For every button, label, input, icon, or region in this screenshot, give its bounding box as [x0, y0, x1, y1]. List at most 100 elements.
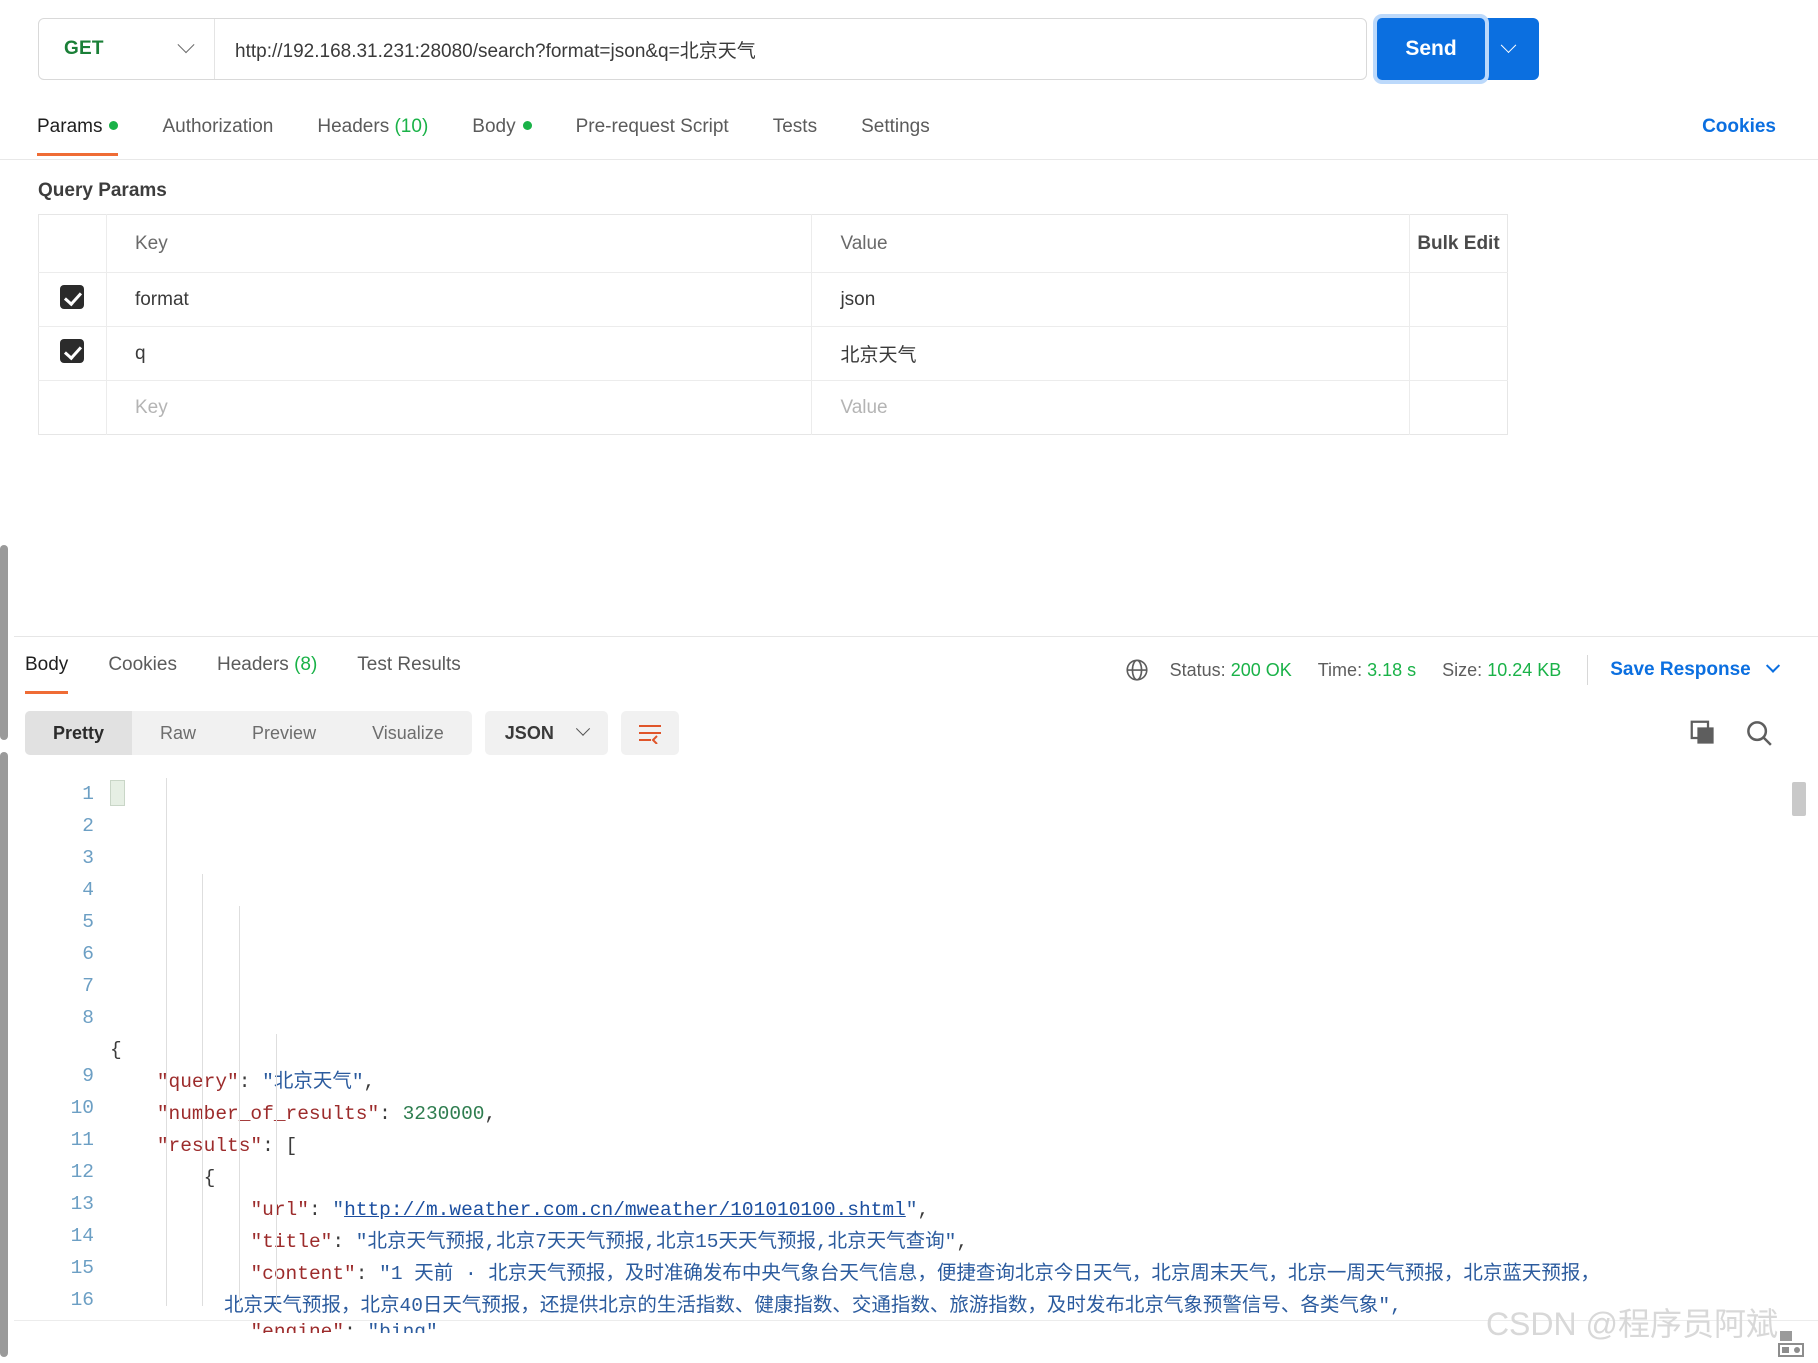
cookies-link[interactable]: Cookies	[1702, 116, 1776, 138]
table-header-row: Key Value Bulk Edit	[38, 214, 1508, 273]
copy-button[interactable]	[1688, 718, 1718, 748]
view-mode-pretty[interactable]: Pretty	[25, 711, 133, 755]
send-options-button[interactable]	[1477, 18, 1539, 80]
bulk-edit-button[interactable]: Bulk Edit	[1417, 233, 1499, 254]
code-token: "engine"	[250, 1321, 345, 1333]
line-number: 16	[70, 1289, 94, 1311]
response-tab-body[interactable]: Body	[25, 650, 88, 694]
send-group: Send	[1377, 18, 1539, 80]
tab-label: Pre-request Script	[575, 116, 729, 137]
request-tab-authorization[interactable]: Authorization	[140, 112, 295, 156]
code-token: ,	[363, 1071, 376, 1093]
row-actions	[1410, 381, 1508, 435]
request-tab-settings[interactable]: Settings	[839, 112, 952, 156]
code-token: "query"	[156, 1071, 239, 1093]
code-token: "content"	[250, 1263, 356, 1285]
code-scrollbar-thumb[interactable]	[1792, 782, 1806, 816]
code-line: "title": "北京天气预报,北京7天天气预报,北京15天天气预报,北京天气…	[110, 1226, 1804, 1258]
param-value-input[interactable]: json	[811, 272, 1411, 327]
param-key-input[interactable]: format	[106, 272, 813, 327]
view-mode-segmented-control: Pretty Raw Preview Visualize	[25, 711, 472, 755]
url-input[interactable]: http://192.168.31.231:28080/search?forma…	[215, 19, 1366, 79]
request-tab-pre-request-script[interactable]: Pre-request Script	[554, 112, 751, 156]
status-label: Status:	[1169, 659, 1226, 680]
code-token: "results"	[156, 1135, 263, 1157]
response-pane-scrollbar[interactable]	[0, 752, 8, 1357]
line-number: 8	[82, 1007, 94, 1029]
wrap-lines-icon	[638, 725, 661, 744]
request-tab-headers[interactable]: Headers (10)	[295, 112, 450, 156]
request-tab-params[interactable]: Params	[37, 112, 140, 156]
line-number: 6	[82, 943, 94, 965]
save-response-label: Save Response	[1610, 659, 1751, 680]
code-line: {	[110, 1034, 1804, 1066]
table-row: format json	[38, 272, 1508, 327]
response-tab-test-results[interactable]: Test Results	[337, 650, 480, 694]
response-tab-headers[interactable]: Headers (8)	[197, 650, 337, 694]
line-number: 14	[70, 1225, 94, 1247]
search-button[interactable]	[1744, 718, 1774, 748]
copy-icon	[1690, 720, 1714, 744]
code-token: "bing"	[367, 1321, 438, 1333]
line-number: 1	[82, 783, 94, 805]
search-icon	[1747, 721, 1772, 746]
request-tab-tests[interactable]: Tests	[751, 112, 839, 156]
save-response-button[interactable]: Save Response	[1610, 658, 1781, 681]
pane-divider[interactable]	[14, 636, 1818, 637]
view-mode-visualize[interactable]: Visualize	[344, 711, 472, 755]
row-checkbox-cell	[38, 380, 107, 435]
time-value: 3.18 s	[1367, 659, 1417, 680]
method-selector[interactable]: GET	[39, 19, 215, 79]
code-token: {	[110, 1167, 216, 1189]
new-param-key-input[interactable]: Key	[106, 380, 813, 435]
param-key-input[interactable]: q	[106, 326, 813, 381]
query-params-table: Key Value Bulk Edit format json q 北京天气 Key Value	[38, 214, 1508, 435]
row-checkbox[interactable]	[60, 339, 85, 363]
method-label: GET	[64, 38, 104, 59]
code-link[interactable]: http://m.weather.com.cn/mweather/1010101…	[344, 1199, 906, 1221]
chevron-down-icon	[1500, 36, 1516, 53]
code-token: :	[332, 1231, 356, 1253]
code-fold-marker[interactable]	[110, 780, 125, 806]
header-checkbox-cell	[38, 214, 107, 273]
size-item: Size: 10.24 KB	[1442, 660, 1561, 681]
query-params-title: Query Params	[38, 180, 167, 201]
view-mode-preview[interactable]: Preview	[224, 711, 344, 755]
request-tabs: Params Authorization Headers (10) Body Pre-r…	[0, 112, 1818, 160]
line-number: 2	[82, 815, 94, 837]
line-number-gutter: 1 2 3 4 5 6 7 8 9 10 11 12 13 14 15 16	[14, 778, 94, 1316]
size-value: 10.24 KB	[1487, 659, 1562, 680]
tab-label: Cookies	[108, 654, 177, 675]
indent-guide	[166, 778, 167, 1306]
tab-label: Params	[37, 116, 103, 137]
response-body-viewer[interactable]: 1 2 3 4 5 6 7 8 9 10 11 12 13 14 15 16 { "query": "北京天气…	[14, 778, 1804, 1333]
code-token: "北京天气"	[262, 1071, 364, 1093]
code-token: "北京天气预报,北京7天天气预报,北京15天天气预报,北京天气查询"	[355, 1231, 957, 1253]
chevron-down-icon	[177, 36, 195, 54]
view-mode-raw[interactable]: Raw	[132, 711, 224, 755]
send-button[interactable]: Send	[1377, 18, 1485, 80]
line-number: 7	[82, 975, 94, 997]
code-token: ,	[484, 1103, 497, 1125]
globe-icon	[1126, 659, 1148, 681]
request-pane-scrollbar[interactable]	[0, 545, 8, 740]
wrap-lines-button[interactable]	[620, 711, 679, 755]
code-lines: { "query": "北京天气", "number_of_results": …	[110, 1034, 1804, 1333]
modified-dot-icon	[522, 121, 532, 130]
format-selector[interactable]: JSON	[484, 711, 608, 755]
tab-label: Test Results	[357, 654, 461, 675]
format-label: JSON	[504, 722, 554, 743]
code-token: "1 天前 · 北京天气预报，及时准确发布中央气象台天气信息，便捷查询北京今日天…	[379, 1263, 1600, 1285]
request-tab-body[interactable]: Body	[450, 112, 553, 156]
row-checkbox[interactable]	[60, 285, 85, 309]
response-tab-cookies[interactable]: Cookies	[88, 650, 197, 694]
tab-label: Authorization	[162, 116, 274, 137]
new-param-value-input[interactable]: Value	[811, 380, 1411, 435]
param-value-input[interactable]: 北京天气	[811, 326, 1411, 381]
modified-dot-icon	[109, 121, 119, 130]
table-row: q 北京天气	[38, 326, 1508, 381]
table-row-empty: Key Value	[38, 380, 1508, 435]
